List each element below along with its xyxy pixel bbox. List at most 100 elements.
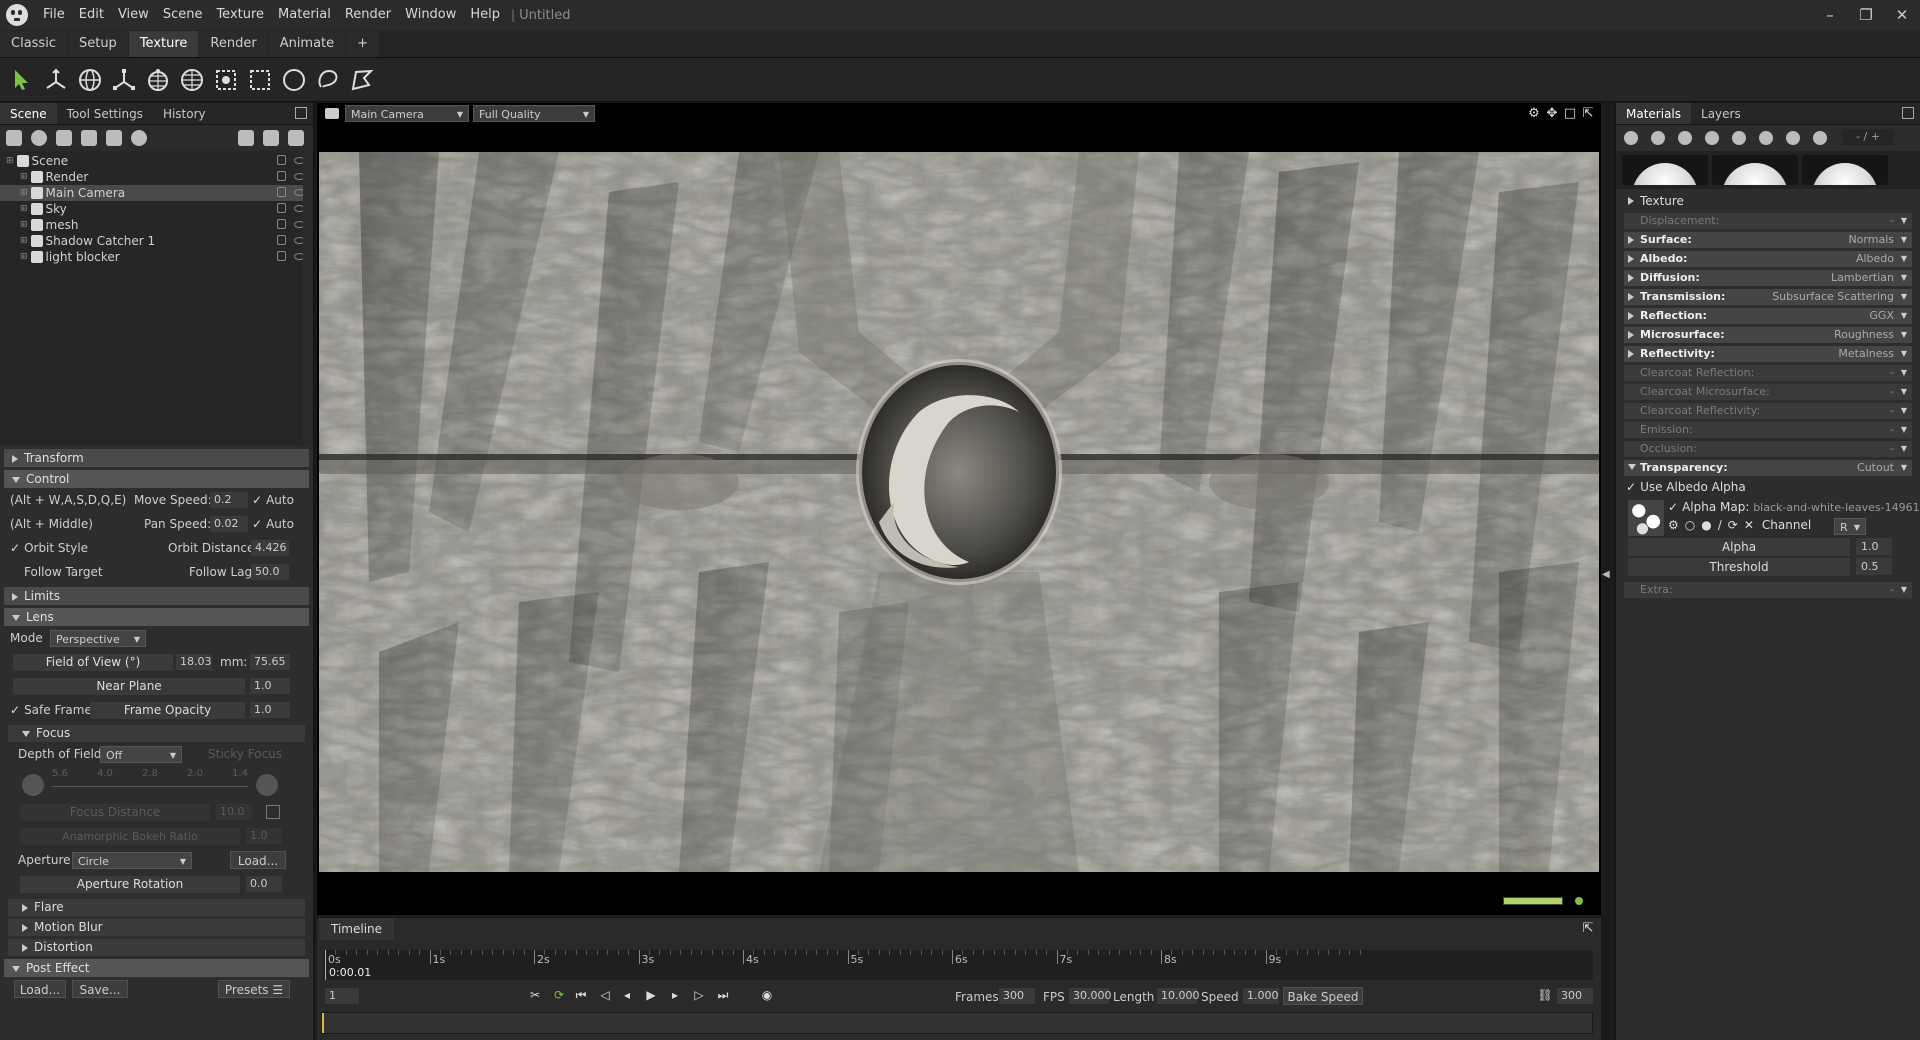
maximize-button[interactable]: ❐ xyxy=(1848,0,1884,30)
channel-dropdown[interactable]: R xyxy=(1834,518,1866,536)
popout-icon[interactable] xyxy=(295,107,307,119)
lock-icon[interactable] xyxy=(277,187,286,197)
render-view[interactable] xyxy=(319,152,1599,872)
frames-field[interactable]: 300 xyxy=(999,988,1035,1004)
alpha-slider[interactable]: Alpha xyxy=(1628,538,1850,556)
gear-icon[interactable]: ⚙ xyxy=(1527,107,1541,121)
tab-setup[interactable]: Setup xyxy=(67,31,128,57)
mm-field[interactable]: 75.65 xyxy=(250,654,290,670)
add-shadow-catcher-icon[interactable] xyxy=(106,130,122,146)
follow-target-checkbox[interactable]: Follow Target xyxy=(10,565,103,579)
focus-pick-icon[interactable] xyxy=(266,805,280,819)
auto-pan-checkbox[interactable]: ✓ Auto xyxy=(252,517,294,531)
next-frame-icon[interactable]: ▸ xyxy=(667,987,683,1003)
material-row[interactable]: Reflectivity: Metalness ▼ xyxy=(1624,346,1912,362)
tree-item[interactable]: ⊞ Main Camera xyxy=(0,185,313,201)
fov-slider[interactable]: Field of View (°) xyxy=(13,653,173,671)
add-camera-icon[interactable] xyxy=(56,130,72,146)
popout-icon[interactable] xyxy=(1902,107,1914,119)
lock-icon[interactable] xyxy=(277,219,286,229)
menu-material[interactable]: Material xyxy=(271,0,338,30)
fps-field[interactable]: 30.000 xyxy=(1069,988,1112,1004)
near-plane-field[interactable]: 1.0 xyxy=(250,678,290,694)
current-frame-field[interactable]: 1 xyxy=(325,988,359,1004)
menu-edit[interactable]: Edit xyxy=(72,0,111,30)
material-row[interactable]: Clearcoat Microsurface: - ▼ xyxy=(1624,384,1912,400)
lasso-select-icon[interactable] xyxy=(312,64,344,96)
material-counter[interactable]: - / + xyxy=(1842,129,1894,145)
last-frame-icon[interactable]: ⏭ xyxy=(715,987,731,1003)
transparency-row[interactable]: Transparency: Cutout ▼ xyxy=(1624,460,1912,476)
eyedropper-icon[interactable] xyxy=(1759,131,1773,145)
tab-classic[interactable]: Classic xyxy=(0,31,67,57)
section-control[interactable]: Control xyxy=(4,470,309,488)
extra-row[interactable]: Extra: - ▼ xyxy=(1624,582,1912,598)
pan-speed-field[interactable]: 0.02 xyxy=(210,516,248,532)
section-lens[interactable]: Lens xyxy=(4,608,309,626)
section-transform[interactable]: Transform xyxy=(4,449,309,467)
add-workspace-button[interactable]: + xyxy=(346,31,380,57)
prev-key-icon[interactable]: ◁ xyxy=(597,987,613,1003)
alpha-field[interactable]: 1.0 xyxy=(1856,538,1892,555)
expand-icon[interactable]: ⊞ xyxy=(20,249,28,265)
material-swatch[interactable] xyxy=(1712,155,1798,185)
fstop-slider[interactable] xyxy=(52,786,248,792)
safe-frame-checkbox[interactable]: ✓ Safe Frame xyxy=(10,703,92,717)
rect-select-icon[interactable] xyxy=(244,64,276,96)
length-field[interactable]: 10.000 xyxy=(1157,988,1200,1004)
tab-scene[interactable]: Scene xyxy=(0,103,57,124)
tree-item[interactable]: ⊞ mesh xyxy=(0,217,313,233)
menu-view[interactable]: View xyxy=(111,0,156,30)
tab-texture[interactable]: Texture xyxy=(128,31,199,57)
refresh-icon[interactable]: ⟳ xyxy=(1728,518,1738,532)
rotate-icon[interactable] xyxy=(74,64,106,96)
material-row[interactable]: Diffusion: Lambertian ▼ xyxy=(1624,270,1912,286)
menu-scene[interactable]: Scene xyxy=(156,0,210,30)
frame-opacity-slider[interactable]: Frame Opacity xyxy=(90,701,245,719)
material-row[interactable]: Clearcoat Reflection: - ▼ xyxy=(1624,365,1912,381)
tree-item[interactable]: ⊞ light blocker xyxy=(0,249,313,265)
gear-icon[interactable]: ⚙ xyxy=(1668,518,1679,532)
alpha-map-thumbnail[interactable] xyxy=(1628,500,1664,536)
play-icon[interactable]: ▶ xyxy=(643,987,659,1003)
aperture-rotation-slider[interactable]: Aperture Rotation xyxy=(20,875,240,893)
first-frame-icon[interactable]: ⏮ xyxy=(573,987,589,1003)
aperture-rotation-field[interactable]: 0.0 xyxy=(246,876,282,892)
bake-speed-button[interactable]: Bake Speed xyxy=(1283,987,1363,1005)
tree-item[interactable]: ⊞ Sky xyxy=(0,201,313,217)
playhead[interactable] xyxy=(325,950,326,980)
timeline-ruler[interactable]: 0s 1s 2s 3s 4s 5s 6s 7s 8s 9s 0:00.01 xyxy=(323,950,1593,980)
tab-timeline[interactable]: Timeline xyxy=(319,918,395,940)
prev-frame-icon[interactable]: ◂ xyxy=(619,987,635,1003)
material-swatch[interactable] xyxy=(1802,155,1888,185)
fstop-scale[interactable]: 5.6 4.0 2.8 2.0 1.4 xyxy=(52,768,248,779)
search-icon[interactable]: ○ xyxy=(1685,518,1695,532)
near-plane-slider[interactable]: Near Plane xyxy=(13,677,245,695)
folder-icon[interactable] xyxy=(238,130,254,146)
checker-icon[interactable] xyxy=(1678,131,1692,145)
menu-render[interactable]: Render xyxy=(338,0,398,30)
dropper-icon[interactable]: ● xyxy=(1701,518,1711,532)
trash-icon[interactable] xyxy=(1732,131,1746,145)
lock-icon[interactable] xyxy=(277,203,286,213)
expand-icon[interactable]: ⊞ xyxy=(20,201,28,217)
quality-dropdown[interactable]: Full Quality xyxy=(473,105,595,123)
menu-help[interactable]: Help xyxy=(463,0,507,30)
scissors-icon[interactable]: ✂ xyxy=(527,987,543,1003)
tab-animate[interactable]: Animate xyxy=(268,31,346,57)
box-select-icon[interactable] xyxy=(210,64,242,96)
close-button[interactable]: ✕ xyxy=(1884,0,1920,30)
threshold-slider[interactable]: Threshold xyxy=(1628,558,1850,576)
next-key-icon[interactable]: ▷ xyxy=(691,987,707,1003)
menu-texture[interactable]: Texture xyxy=(209,0,271,30)
duplicate-icon[interactable] xyxy=(263,130,279,146)
loop-icon[interactable]: ⟳ xyxy=(551,987,567,1003)
anamorphic-slider[interactable]: Anamorphic Bokeh Ratio xyxy=(20,827,240,845)
circle-select-icon[interactable] xyxy=(278,64,310,96)
material-row[interactable]: Occlusion: - ▼ xyxy=(1624,441,1912,457)
material-row[interactable]: Transmission: Subsurface Scattering ▼ xyxy=(1624,289,1912,305)
presets-button[interactable]: Presets ☰ xyxy=(218,980,290,998)
sphere-icon[interactable] xyxy=(1813,131,1827,145)
viewport[interactable]: Main Camera Full Quality ⚙ ✥ □ ⇱ xyxy=(317,103,1601,915)
aperture-dropdown[interactable]: Circle xyxy=(72,851,192,870)
